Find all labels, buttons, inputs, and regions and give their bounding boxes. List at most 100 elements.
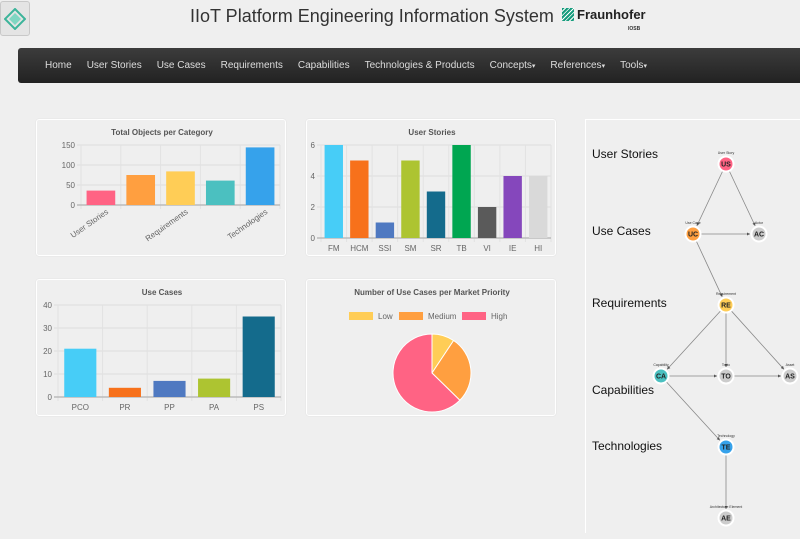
chart-title: Number of Use Cases per Market Priority	[354, 288, 510, 297]
level-label: Use Cases	[592, 224, 651, 238]
level-label: Requirements	[592, 296, 667, 310]
x-tick-label: PR	[119, 403, 130, 412]
main-navbar: Home User Stories Use Cases Requirements Cap…	[18, 48, 800, 83]
x-tick-label: PS	[253, 403, 264, 412]
nav-label: Concepts	[489, 60, 532, 71]
edge-ca-te	[666, 381, 721, 441]
edge-us-uc	[696, 171, 723, 227]
y-tick-label: 0	[48, 393, 53, 402]
bar-pco	[64, 348, 97, 397]
node-label: Use Case	[685, 221, 700, 225]
legend-swatch-low	[349, 312, 373, 320]
bar-technologies	[245, 147, 275, 205]
nav-label: Technologies & Products	[364, 60, 475, 71]
y-tick-label: 6	[311, 141, 316, 150]
page-title: IIoT Platform Engineering Information Sy…	[190, 6, 554, 26]
y-tick-label: 150	[62, 141, 76, 150]
x-tick-label: PCO	[72, 403, 89, 412]
node-label: Topic	[722, 363, 730, 367]
node-to[interactable]: TO Topic	[717, 363, 735, 385]
node-id: AC	[754, 232, 764, 239]
nav-user-stories[interactable]: User Stories	[87, 60, 142, 71]
node-label: Capability	[653, 363, 669, 367]
level-label: Capabilities	[592, 383, 655, 397]
y-tick-label: 10	[43, 370, 52, 379]
x-tick-label: FM	[328, 244, 340, 253]
concept-graph-panel: US User Story UC Use Case AC Actor RE Requireme…	[585, 119, 800, 533]
nav-tools[interactable]: Tools▾	[620, 60, 647, 71]
x-tick-label: SR	[430, 244, 441, 253]
legend-label-medium: Medium	[428, 312, 457, 321]
nav-concepts[interactable]: Concepts▾	[490, 60, 536, 71]
x-tick-label: VI	[483, 244, 491, 253]
x-tick-label: SM	[404, 244, 416, 253]
bar-use-cases	[126, 175, 156, 205]
edge-uc-re	[696, 241, 723, 298]
caret-down-icon: ▾	[531, 63, 536, 70]
node-re[interactable]: RE Requirement	[716, 292, 736, 314]
bar-ssi	[375, 222, 395, 238]
bar-pp	[153, 380, 186, 397]
nav-label: Capabilities	[297, 60, 350, 71]
bar-hi	[529, 176, 548, 238]
bar-user-stories	[86, 190, 116, 205]
chart-market-priority: Number of Use Cases per Market Priority L…	[306, 279, 556, 416]
node-id: RE	[721, 303, 731, 310]
node-ac[interactable]: AC Actor	[750, 221, 768, 243]
bar-capabilities	[205, 180, 235, 205]
x-tick-label: PP	[164, 403, 175, 412]
node-ca[interactable]: CA Capability	[652, 363, 670, 385]
node-ae[interactable]: AE Architecture Element	[710, 505, 743, 527]
edge-re-as	[731, 310, 785, 370]
y-tick-label: 2	[311, 203, 316, 212]
chart-title: Use Cases	[142, 288, 183, 297]
bar-pr	[108, 387, 141, 397]
node-id: AS	[785, 374, 795, 381]
node-label: Asset	[786, 363, 795, 367]
chart-title: Total Objects per Category	[111, 128, 213, 137]
bar-hcm	[350, 160, 369, 238]
caret-down-icon: ▾	[601, 63, 606, 70]
nav-use-cases[interactable]: Use Cases	[157, 60, 206, 71]
node-te[interactable]: TE Technology	[717, 434, 735, 456]
bar-tb	[452, 145, 471, 238]
bar-pa	[198, 378, 231, 397]
nav-label: Home	[45, 60, 72, 71]
legend-swatch-medium	[399, 312, 423, 320]
logo-name: Fraunhofer	[577, 7, 646, 22]
node-id: AE	[721, 516, 731, 523]
nav-home[interactable]: Home	[45, 60, 72, 71]
x-tick-label: HI	[534, 244, 542, 253]
nav-capabilities[interactable]: Capabilities	[298, 60, 350, 71]
bar-ie	[503, 176, 522, 238]
node-us[interactable]: US User Story	[717, 151, 735, 173]
node-as[interactable]: AS Asset	[781, 363, 799, 385]
y-tick-label: 0	[71, 201, 76, 210]
nav-requirements[interactable]: Requirements	[221, 60, 283, 71]
node-id: TO	[721, 374, 731, 381]
x-tick-label: User Stories	[69, 207, 110, 240]
bar-fm	[324, 145, 343, 238]
node-uc[interactable]: UC Use Case	[684, 221, 702, 243]
x-tick-label: PA	[209, 403, 220, 412]
edge-re-ca	[666, 310, 721, 370]
chart-title: User Stories	[408, 128, 456, 137]
level-label: User Stories	[592, 147, 659, 161]
home-logo-button[interactable]	[0, 1, 30, 36]
nav-references[interactable]: References▾	[550, 60, 605, 71]
fraunhofer-mark-icon	[562, 8, 574, 21]
x-tick-label: SSI	[378, 244, 391, 253]
y-tick-label: 100	[62, 161, 76, 170]
bar-ps	[242, 316, 275, 397]
x-tick-label: TB	[456, 244, 466, 253]
level-label: Technologies	[592, 439, 663, 453]
nav-technologies-products[interactable]: Technologies & Products	[365, 60, 475, 71]
x-tick-label: IE	[509, 244, 517, 253]
y-tick-label: 40	[43, 301, 52, 310]
node-label: Requirement	[716, 292, 736, 296]
node-id: UC	[688, 232, 698, 239]
y-tick-label: 0	[311, 234, 316, 243]
node-label: Technology	[717, 434, 735, 438]
legend-label-low: Low	[378, 312, 393, 321]
bar-requirements	[166, 171, 195, 205]
